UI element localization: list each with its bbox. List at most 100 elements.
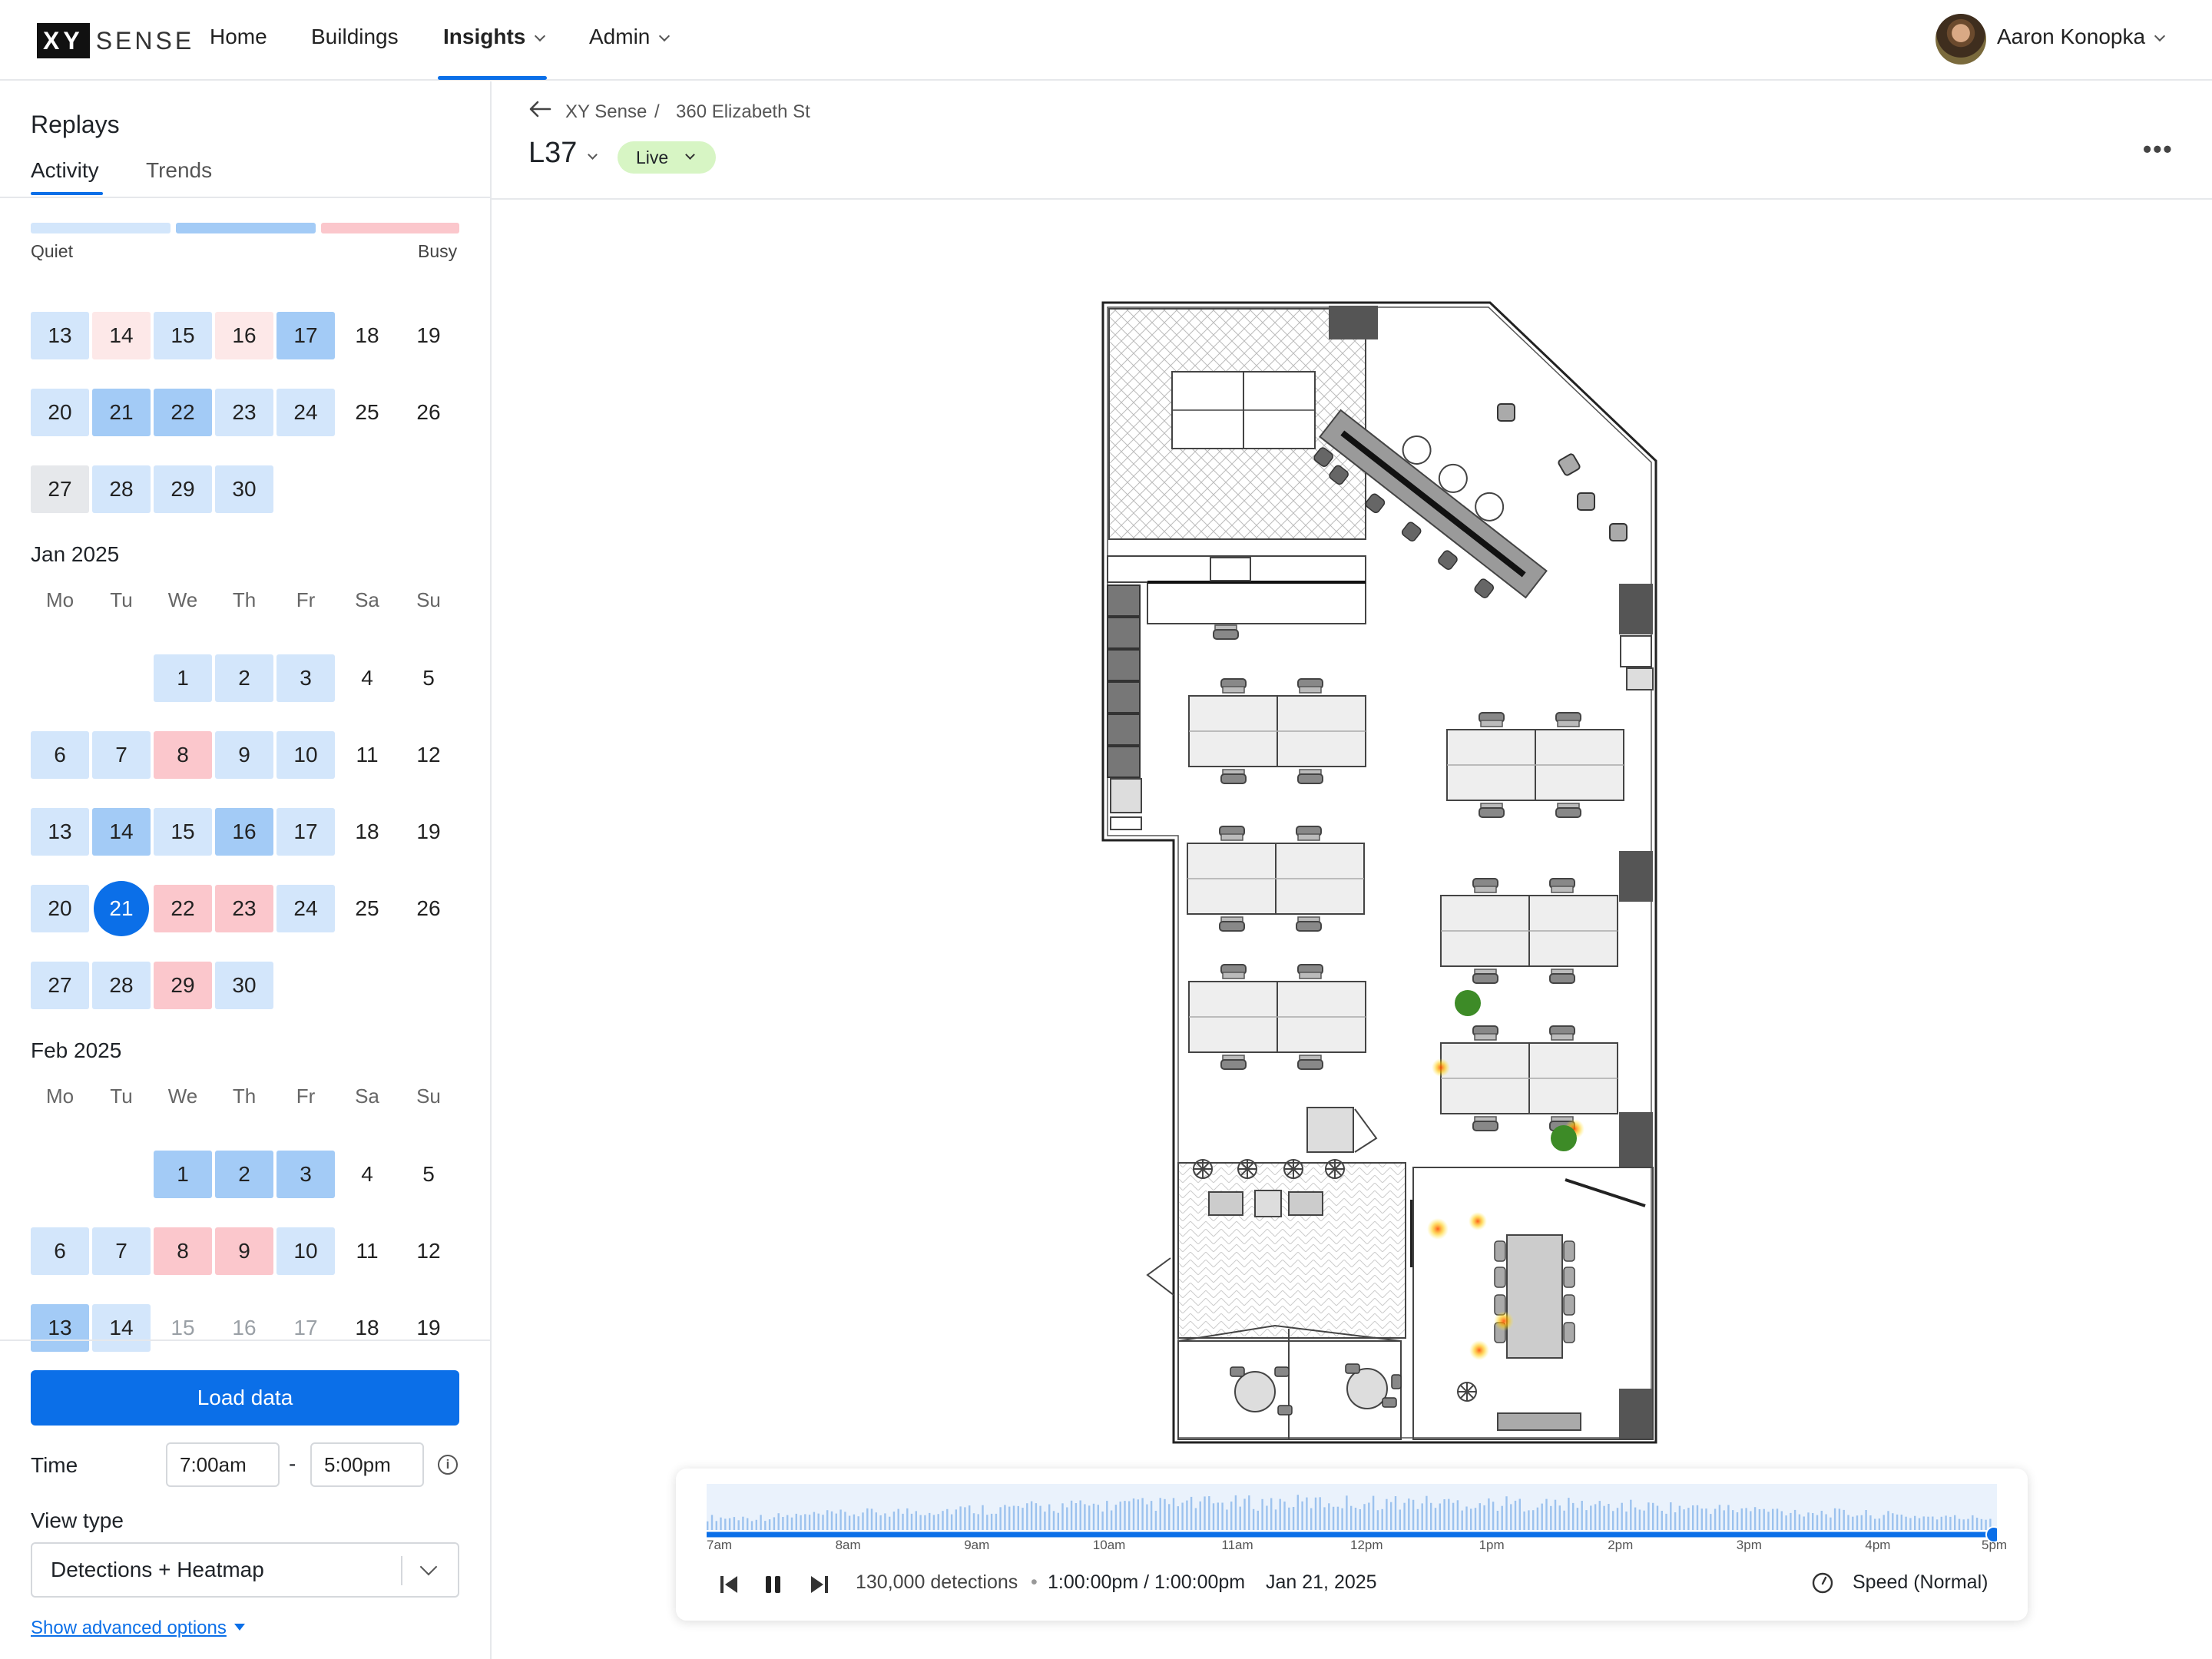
histogram-bar	[747, 1518, 749, 1530]
nav-insights[interactable]: Insights	[443, 25, 546, 49]
calendar-day[interactable]: 14	[92, 808, 151, 856]
calendar-day[interactable]: 1	[154, 1151, 212, 1198]
calendar-day[interactable]: 12	[399, 1227, 458, 1275]
calendar-day[interactable]: 22	[154, 389, 212, 436]
calendar-day[interactable]: 16	[215, 808, 273, 856]
calendar-day[interactable]: 27	[31, 465, 89, 513]
calendar-day[interactable]: 1	[154, 654, 212, 702]
calendar-day[interactable]: 13	[31, 1304, 89, 1352]
calendar-day[interactable]: 15	[154, 1304, 212, 1352]
calendar-day[interactable]: 30	[215, 962, 273, 1009]
calendar-day[interactable]: 16	[215, 312, 273, 359]
calendar-day[interactable]: 10	[276, 1227, 335, 1275]
breadcrumb-building[interactable]: 360 Elizabeth St	[676, 101, 810, 123]
tab-trends[interactable]: Trends	[146, 158, 212, 183]
view-type-select[interactable]: Detections + Heatmap	[31, 1542, 459, 1598]
calendar-day[interactable]: 6	[31, 731, 89, 779]
calendar-day[interactable]: 11	[338, 1227, 396, 1275]
calendar-day[interactable]: 29	[154, 962, 212, 1009]
calendar-day[interactable]: 19	[399, 1304, 458, 1352]
load-data-button[interactable]: Load data	[31, 1370, 459, 1426]
calendar-day[interactable]: 19	[399, 312, 458, 359]
skip-back-icon[interactable]	[719, 1573, 739, 1596]
back-arrow-icon[interactable]	[528, 100, 551, 118]
live-badge[interactable]: Live	[618, 141, 716, 174]
calendar-day[interactable]: 18	[338, 808, 396, 856]
calendar-day[interactable]: 8	[154, 1227, 212, 1275]
calendar-day[interactable]: 14	[92, 1304, 151, 1352]
calendar-day[interactable]: 8	[154, 731, 212, 779]
histogram-bar	[1146, 1504, 1148, 1530]
calendar-day-selected[interactable]: 21	[94, 881, 149, 936]
calendar-day[interactable]: 2	[215, 654, 273, 702]
calendar-day[interactable]: 27	[31, 962, 89, 1009]
calendar-day[interactable]: 13	[31, 808, 89, 856]
calendar-day[interactable]: 9	[215, 1227, 273, 1275]
calendar-day[interactable]: 25	[338, 389, 396, 436]
calendar-day[interactable]: 5	[399, 654, 458, 702]
pause-icon[interactable]	[763, 1573, 783, 1596]
calendar-day[interactable]: 28	[92, 465, 151, 513]
floor-plan[interactable]	[1091, 292, 1674, 1452]
calendar-day[interactable]: 16	[215, 1304, 273, 1352]
calendar-day[interactable]: 4	[338, 1151, 396, 1198]
calendar-day[interactable]: 20	[31, 885, 89, 932]
time-end-input[interactable]: 5:00pm	[310, 1442, 424, 1487]
calendar-day[interactable]: 23	[215, 885, 273, 932]
calendar-day[interactable]: 23	[215, 389, 273, 436]
calendar-day[interactable]: 22	[154, 885, 212, 932]
histogram-bar	[1048, 1504, 1051, 1530]
avatar[interactable]	[1936, 14, 1986, 65]
nav-buildings[interactable]: Buildings	[311, 25, 399, 49]
calendar-day[interactable]: 21	[92, 389, 151, 436]
calendar-day[interactable]: 7	[92, 1227, 151, 1275]
speed-button[interactable]: Speed (Normal)	[1853, 1571, 1988, 1594]
calendar-day[interactable]: 19	[399, 808, 458, 856]
calendar-day[interactable]: 14	[92, 312, 151, 359]
tab-activity[interactable]: Activity	[31, 158, 99, 183]
calendar-day[interactable]: 15	[154, 808, 212, 856]
nav-admin[interactable]: Admin	[589, 25, 671, 49]
calendar-day[interactable]: 28	[92, 962, 151, 1009]
calendar-day[interactable]: 12	[399, 731, 458, 779]
breadcrumb-xy-sense[interactable]: XY Sense	[565, 101, 647, 123]
skip-forward-icon[interactable]	[810, 1573, 830, 1596]
calendar-day[interactable]: 15	[154, 312, 212, 359]
nav-home[interactable]: Home	[210, 25, 267, 49]
calendar-day[interactable]: 4	[338, 654, 396, 702]
calendar-day[interactable]: 5	[399, 1151, 458, 1198]
calendar-day[interactable]: 9	[215, 731, 273, 779]
calendar-scroll[interactable]: 13 14 15 16 17 18 19 20 21 22 23 24 25 26 27 28 29 30 Jan …	[0, 273, 492, 1416]
calendar-day[interactable]: 18	[338, 1304, 396, 1352]
activity-histogram[interactable]	[707, 1484, 1997, 1542]
calendar-day[interactable]: 20	[31, 389, 89, 436]
calendar-day[interactable]: 29	[154, 465, 212, 513]
calendar-day[interactable]: 30	[215, 465, 273, 513]
calendar-day[interactable]: 11	[338, 731, 396, 779]
calendar-day[interactable]: 24	[276, 885, 335, 932]
calendar-day[interactable]: 6	[31, 1227, 89, 1275]
speed-gauge-icon[interactable]	[1811, 1571, 1834, 1594]
time-start-input[interactable]: 7:00am	[166, 1442, 280, 1487]
info-icon[interactable]: i	[438, 1455, 458, 1475]
calendar-day[interactable]: 26	[399, 885, 458, 932]
calendar-day[interactable]: 24	[276, 389, 335, 436]
calendar-day[interactable]: 3	[276, 654, 335, 702]
calendar-day[interactable]: 25	[338, 885, 396, 932]
more-options-icon[interactable]: •••	[2143, 135, 2174, 164]
calendar-day[interactable]: 3	[276, 1151, 335, 1198]
calendar-day[interactable]: 2	[215, 1151, 273, 1198]
calendar-day[interactable]: 7	[92, 731, 151, 779]
calendar-day[interactable]: 17	[276, 312, 335, 359]
calendar-day[interactable]: 17	[276, 1304, 335, 1352]
floor-selector[interactable]: L37	[528, 137, 598, 170]
calendar-day[interactable]: 13	[31, 312, 89, 359]
calendar-day[interactable]: 26	[399, 389, 458, 436]
calendar-day[interactable]: 17	[276, 808, 335, 856]
histogram-bar	[760, 1515, 762, 1530]
calendar-day[interactable]: 10	[276, 731, 335, 779]
calendar-day[interactable]: 18	[338, 312, 396, 359]
xy-sense-logo[interactable]: XY SENSE	[37, 23, 194, 58]
user-menu[interactable]: Aaron Konopka	[1997, 25, 2166, 49]
show-advanced-options-link[interactable]: Show advanced options	[31, 1618, 245, 1639]
